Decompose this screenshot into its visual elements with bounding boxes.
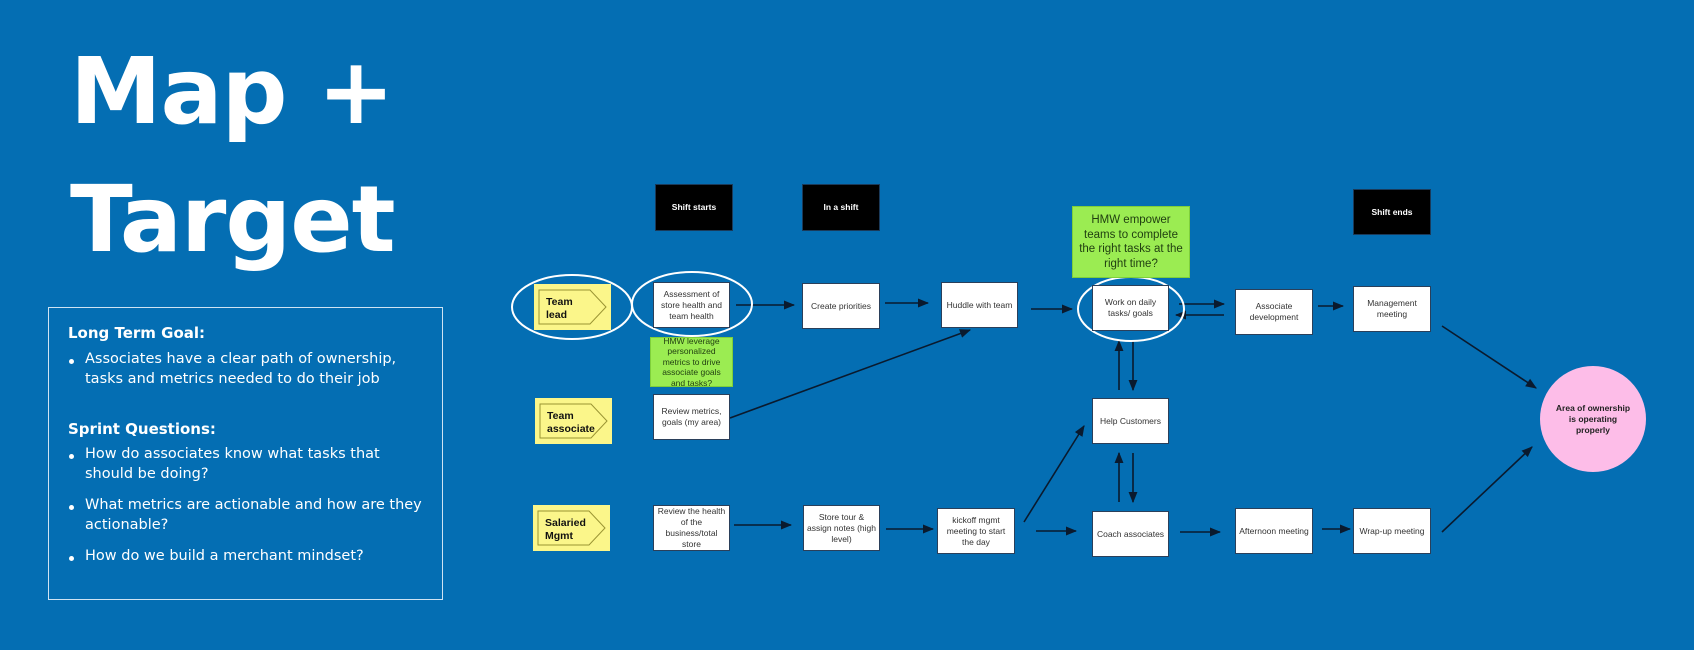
step-create-priorities[interactable]: Create priorities (802, 283, 880, 329)
step-wrapup-meeting[interactable]: Wrap-up meeting (1353, 508, 1431, 554)
long-term-goal-heading: Long Term Goal: (68, 324, 206, 342)
role-team-associate: Team associate (535, 398, 612, 444)
step-associate-development[interactable]: Associate development (1235, 289, 1313, 335)
sprint-questions-heading: Sprint Questions: (68, 420, 216, 438)
step-help-customers[interactable]: Help Customers (1092, 398, 1169, 444)
phase-shift-ends: Shift ends (1353, 189, 1431, 235)
step-huddle-with-team[interactable]: Huddle with team (941, 282, 1018, 328)
sprint-questions-list: How do associates know what tasks that s… (68, 444, 428, 577)
long-term-goal-list: Associates have a clear path of ownershi… (68, 349, 428, 400)
sprint-question-item: What metrics are actionable and how are … (68, 495, 428, 535)
sprint-question-item: How do we build a merchant mindset? (68, 546, 428, 566)
arrow-wrapup-to-target (1441, 446, 1533, 533)
role-label: Team associate (547, 410, 595, 435)
step-kickoff-meeting[interactable]: kickoff mgmt meeting to start the day (937, 508, 1015, 554)
title-line-1: Map + (70, 38, 395, 145)
long-term-goal-item: Associates have a clear path of ownershi… (68, 349, 428, 389)
step-review-business-health[interactable]: Review the health of the business/total … (653, 505, 730, 551)
step-store-tour[interactable]: Store tour & assign notes (high level) (803, 505, 880, 551)
phase-in-a-shift: In a shift (802, 184, 880, 231)
step-review-metrics[interactable]: Review metrics, goals (my area) (653, 394, 730, 440)
arrow-review-metrics-to-huddle (729, 329, 972, 419)
target-outcome-circle: Area of ownership is operating properly (1540, 366, 1646, 472)
sprint-question-item: How do associates know what tasks that s… (68, 444, 428, 484)
arrow-mgmt-to-target (1441, 325, 1537, 389)
step-coach-associates[interactable]: Coach associates (1092, 511, 1169, 557)
role-label: Salaried Mgmt (545, 517, 586, 542)
hmw-note-empower: HMW empower teams to complete the right … (1072, 206, 1190, 278)
title-line-2: Target (70, 166, 396, 273)
role-label: Team lead (546, 296, 573, 321)
step-afternoon-meeting[interactable]: Afternoon meeting (1235, 508, 1313, 554)
page-title: Map + Target (70, 28, 396, 284)
goal-panel: Long Term Goal: Associates have a clear … (48, 307, 443, 600)
step-assessment[interactable]: Assessment of store health and team heal… (653, 282, 730, 328)
step-work-daily-tasks[interactable]: Work on daily tasks/ goals (1092, 285, 1169, 331)
step-management-meeting[interactable]: Management meeting (1353, 286, 1431, 332)
role-team-lead: Team lead (534, 284, 611, 330)
phase-shift-starts: Shift starts (655, 184, 733, 231)
hmw-note-metrics: HMW leverage personalized metrics to dri… (650, 336, 733, 388)
arrow-kickoff-to-help (1023, 425, 1085, 523)
role-salaried-mgmt: Salaried Mgmt (533, 505, 610, 551)
